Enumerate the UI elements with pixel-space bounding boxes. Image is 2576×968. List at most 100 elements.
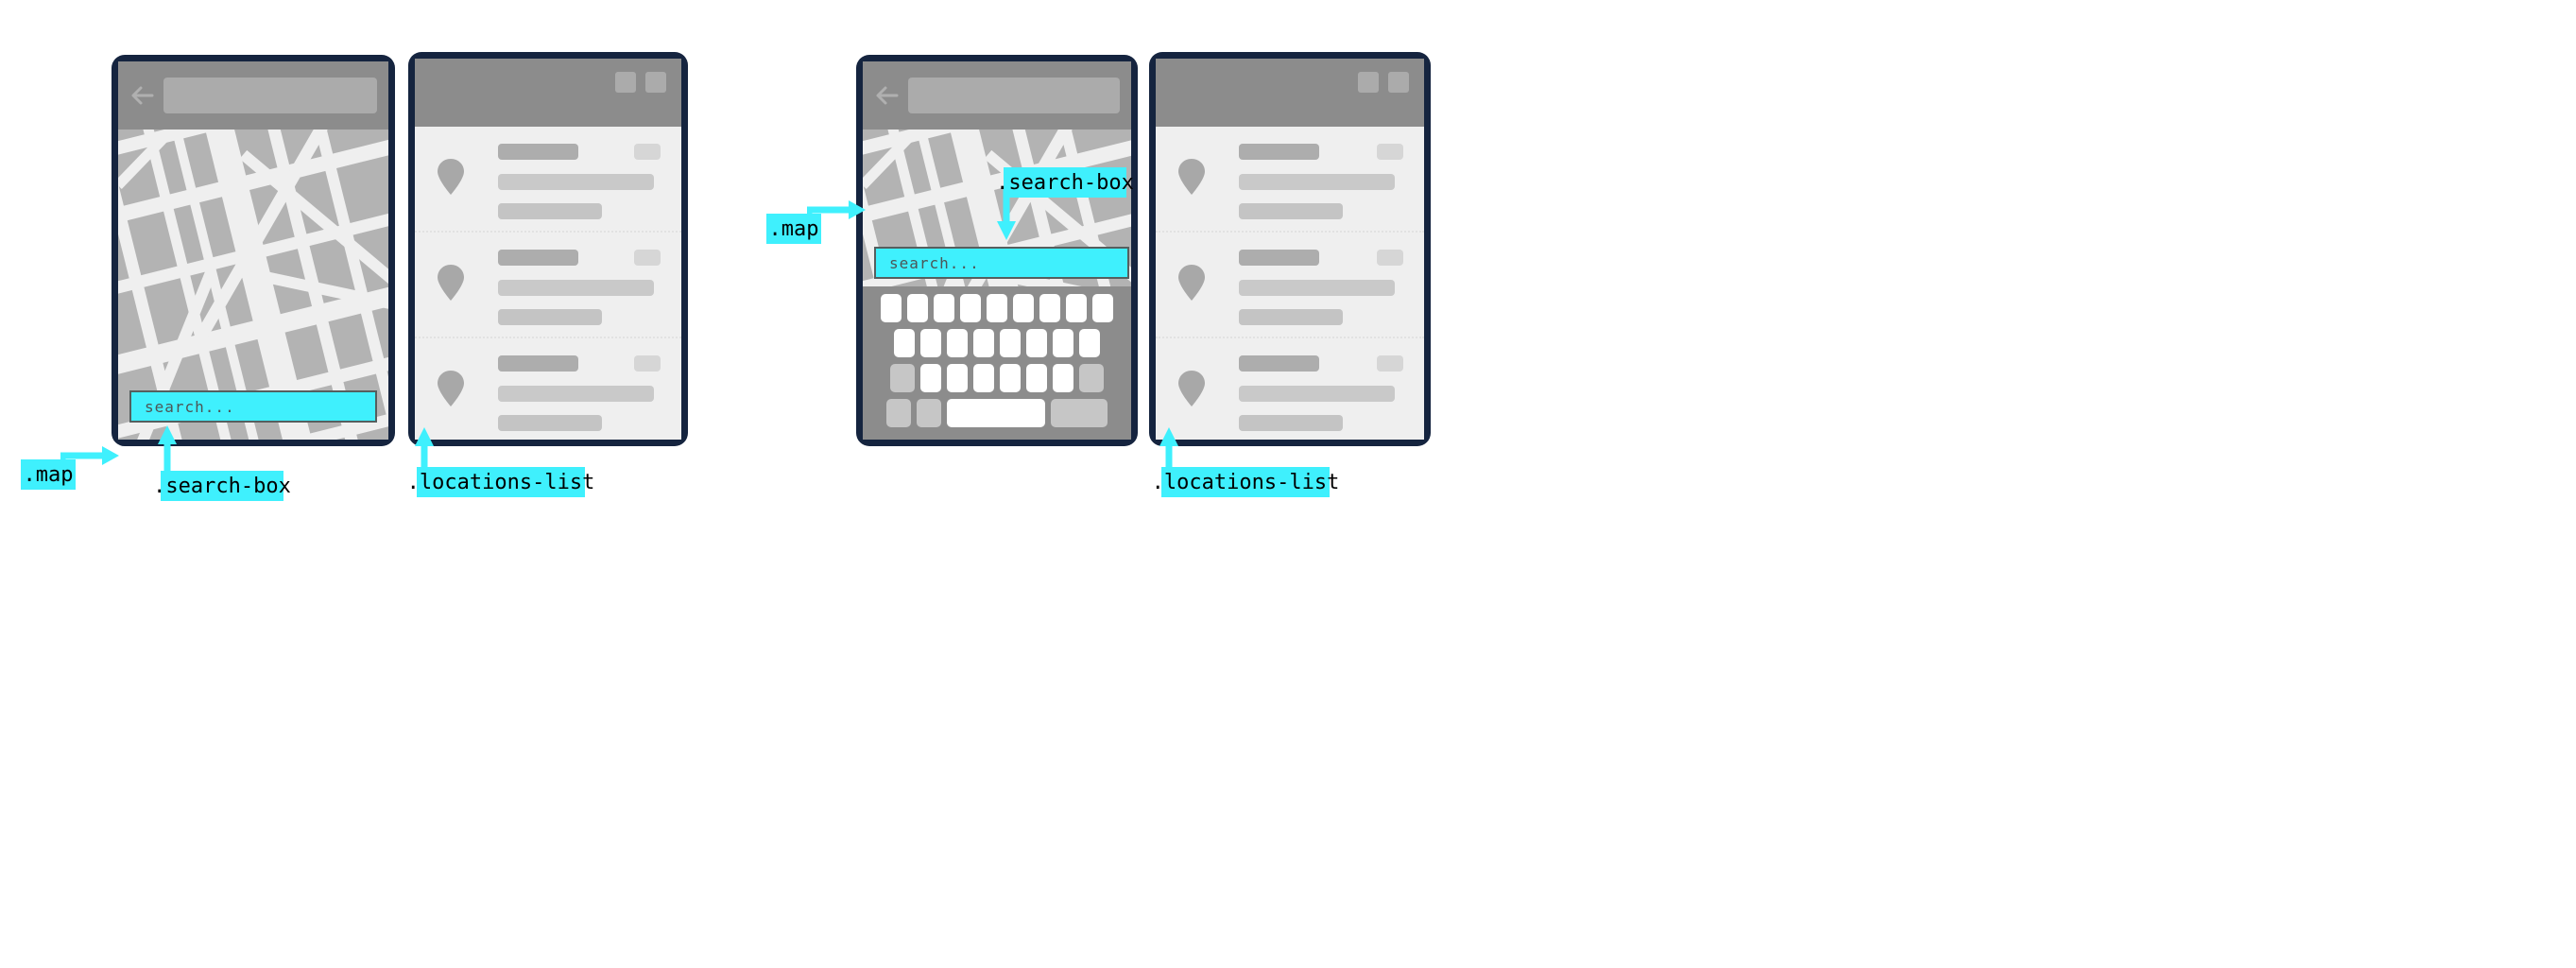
list-item-title xyxy=(498,355,578,372)
annotation-search-box-right-text: .search-box xyxy=(996,170,1134,195)
minimize-button[interactable] xyxy=(1358,72,1379,93)
list-item-line2 xyxy=(1239,203,1343,219)
keyboard-key[interactable] xyxy=(1013,294,1034,322)
map-pin-icon xyxy=(1178,371,1205,406)
locations-screen-right xyxy=(1156,59,1424,440)
locations-topbar-right xyxy=(1156,59,1424,127)
phone-locations-left xyxy=(408,52,688,446)
list-item[interactable] xyxy=(415,127,681,233)
keyboard-key[interactable] xyxy=(973,364,994,392)
map-screen-keyboard: search... xyxy=(863,61,1131,440)
list-item-line1 xyxy=(1239,386,1395,402)
list-item[interactable] xyxy=(1156,127,1424,233)
annotation-search-box-left: .search-box xyxy=(153,471,291,501)
list-item[interactable] xyxy=(1156,233,1424,338)
list-item-line2 xyxy=(498,203,602,219)
annotation-search-box-left-text: .search-box xyxy=(153,474,291,498)
annotation-locations-list-right: .locations-list xyxy=(1152,467,1339,497)
keyboard-key[interactable] xyxy=(1079,329,1100,357)
locations-screen-left xyxy=(415,59,681,440)
list-item-title xyxy=(1239,355,1319,372)
map-screen-idle: search... xyxy=(118,61,388,440)
maximize-button[interactable] xyxy=(1388,72,1409,93)
keyboard-enter-key[interactable] xyxy=(1051,399,1108,427)
keyboard-key[interactable] xyxy=(947,364,968,392)
list-item-title xyxy=(1239,250,1319,266)
list-item-tag xyxy=(1377,144,1403,160)
annotation-search-box-right: .search-box xyxy=(996,167,1134,198)
list-item[interactable] xyxy=(415,233,681,338)
phone-map-keyboard: search... xyxy=(856,55,1138,446)
locations-list-left[interactable] xyxy=(415,127,681,440)
list-item-line2 xyxy=(1239,415,1343,431)
keyboard-backspace-key[interactable] xyxy=(1079,364,1104,392)
list-item-title xyxy=(498,250,578,266)
list-item[interactable] xyxy=(1156,338,1424,440)
locations-list-right[interactable] xyxy=(1156,127,1424,440)
phone-map-idle: search... xyxy=(112,55,395,446)
search-box-idle[interactable]: search... xyxy=(129,390,377,423)
keyboard-key[interactable] xyxy=(1000,364,1021,392)
keyboard-key[interactable] xyxy=(973,329,994,357)
map-pin-icon xyxy=(1178,159,1205,195)
keyboard-key[interactable] xyxy=(947,329,968,357)
annotation-map-right: .map xyxy=(766,214,821,244)
phone-locations-right xyxy=(1149,52,1431,446)
on-screen-keyboard[interactable] xyxy=(863,286,1131,440)
keyboard-key[interactable] xyxy=(920,364,941,392)
keyboard-key[interactable] xyxy=(934,294,954,322)
keyboard-key[interactable] xyxy=(881,294,902,322)
map-pin-icon xyxy=(1178,265,1205,301)
map-pin-icon xyxy=(438,159,464,195)
list-item-line2 xyxy=(498,309,602,325)
keyboard-shift-key[interactable] xyxy=(890,364,915,392)
minimize-button[interactable] xyxy=(615,72,636,93)
keyboard-row-4 xyxy=(868,399,1125,427)
list-item-line1 xyxy=(1239,174,1395,190)
keyboard-space-key[interactable] xyxy=(947,399,1045,427)
keyboard-key[interactable] xyxy=(1053,329,1073,357)
list-item-line1 xyxy=(498,386,654,402)
map-topbar-field-idle[interactable] xyxy=(163,78,377,113)
keyboard-key[interactable] xyxy=(1039,294,1060,322)
keyboard-key[interactable] xyxy=(1026,364,1047,392)
keyboard-key[interactable] xyxy=(920,329,941,357)
keyboard-row-1 xyxy=(868,294,1125,322)
list-item-line2 xyxy=(498,415,602,431)
annotation-locations-list-left: .locations-list xyxy=(407,467,594,497)
keyboard-key[interactable] xyxy=(907,294,928,322)
map-topbar-idle xyxy=(118,61,388,130)
map-pin-icon xyxy=(438,265,464,301)
keyboard-row-2 xyxy=(868,329,1125,357)
keyboard-key[interactable] xyxy=(1066,294,1087,322)
list-item[interactable] xyxy=(415,338,681,440)
search-box-idle-placeholder: search... xyxy=(145,397,235,416)
list-item-title xyxy=(1239,144,1319,160)
keyboard-key[interactable] xyxy=(894,329,915,357)
annotation-map-left: .map xyxy=(21,459,76,490)
list-item-tag xyxy=(1377,355,1403,372)
keyboard-key[interactable] xyxy=(1026,329,1047,357)
map-topbar-keyboard xyxy=(863,61,1131,130)
keyboard-numeric-key[interactable] xyxy=(886,399,911,427)
list-item-line1 xyxy=(1239,280,1395,296)
back-arrow-icon[interactable] xyxy=(874,82,901,109)
keyboard-key[interactable] xyxy=(1053,364,1073,392)
list-item-tag xyxy=(1377,250,1403,266)
annotation-map-right-text: .map xyxy=(768,216,819,241)
keyboard-key[interactable] xyxy=(987,294,1007,322)
search-box-focused[interactable]: search... xyxy=(874,247,1129,279)
keyboard-key[interactable] xyxy=(960,294,981,322)
annotation-locations-list-right-text: .locations-list xyxy=(1151,470,1340,494)
keyboard-key[interactable] xyxy=(1000,329,1021,357)
back-arrow-icon[interactable] xyxy=(129,82,156,109)
list-item-line1 xyxy=(498,174,654,190)
annotation-locations-list-left-text: .locations-list xyxy=(406,470,595,494)
map-topbar-field-keyboard[interactable] xyxy=(908,78,1120,113)
search-box-focused-placeholder: search... xyxy=(889,253,980,272)
keyboard-key[interactable] xyxy=(1092,294,1113,322)
list-item-tag xyxy=(634,355,661,372)
maximize-button[interactable] xyxy=(645,72,666,93)
keyboard-row-3 xyxy=(868,364,1125,392)
keyboard-emoji-key[interactable] xyxy=(917,399,941,427)
